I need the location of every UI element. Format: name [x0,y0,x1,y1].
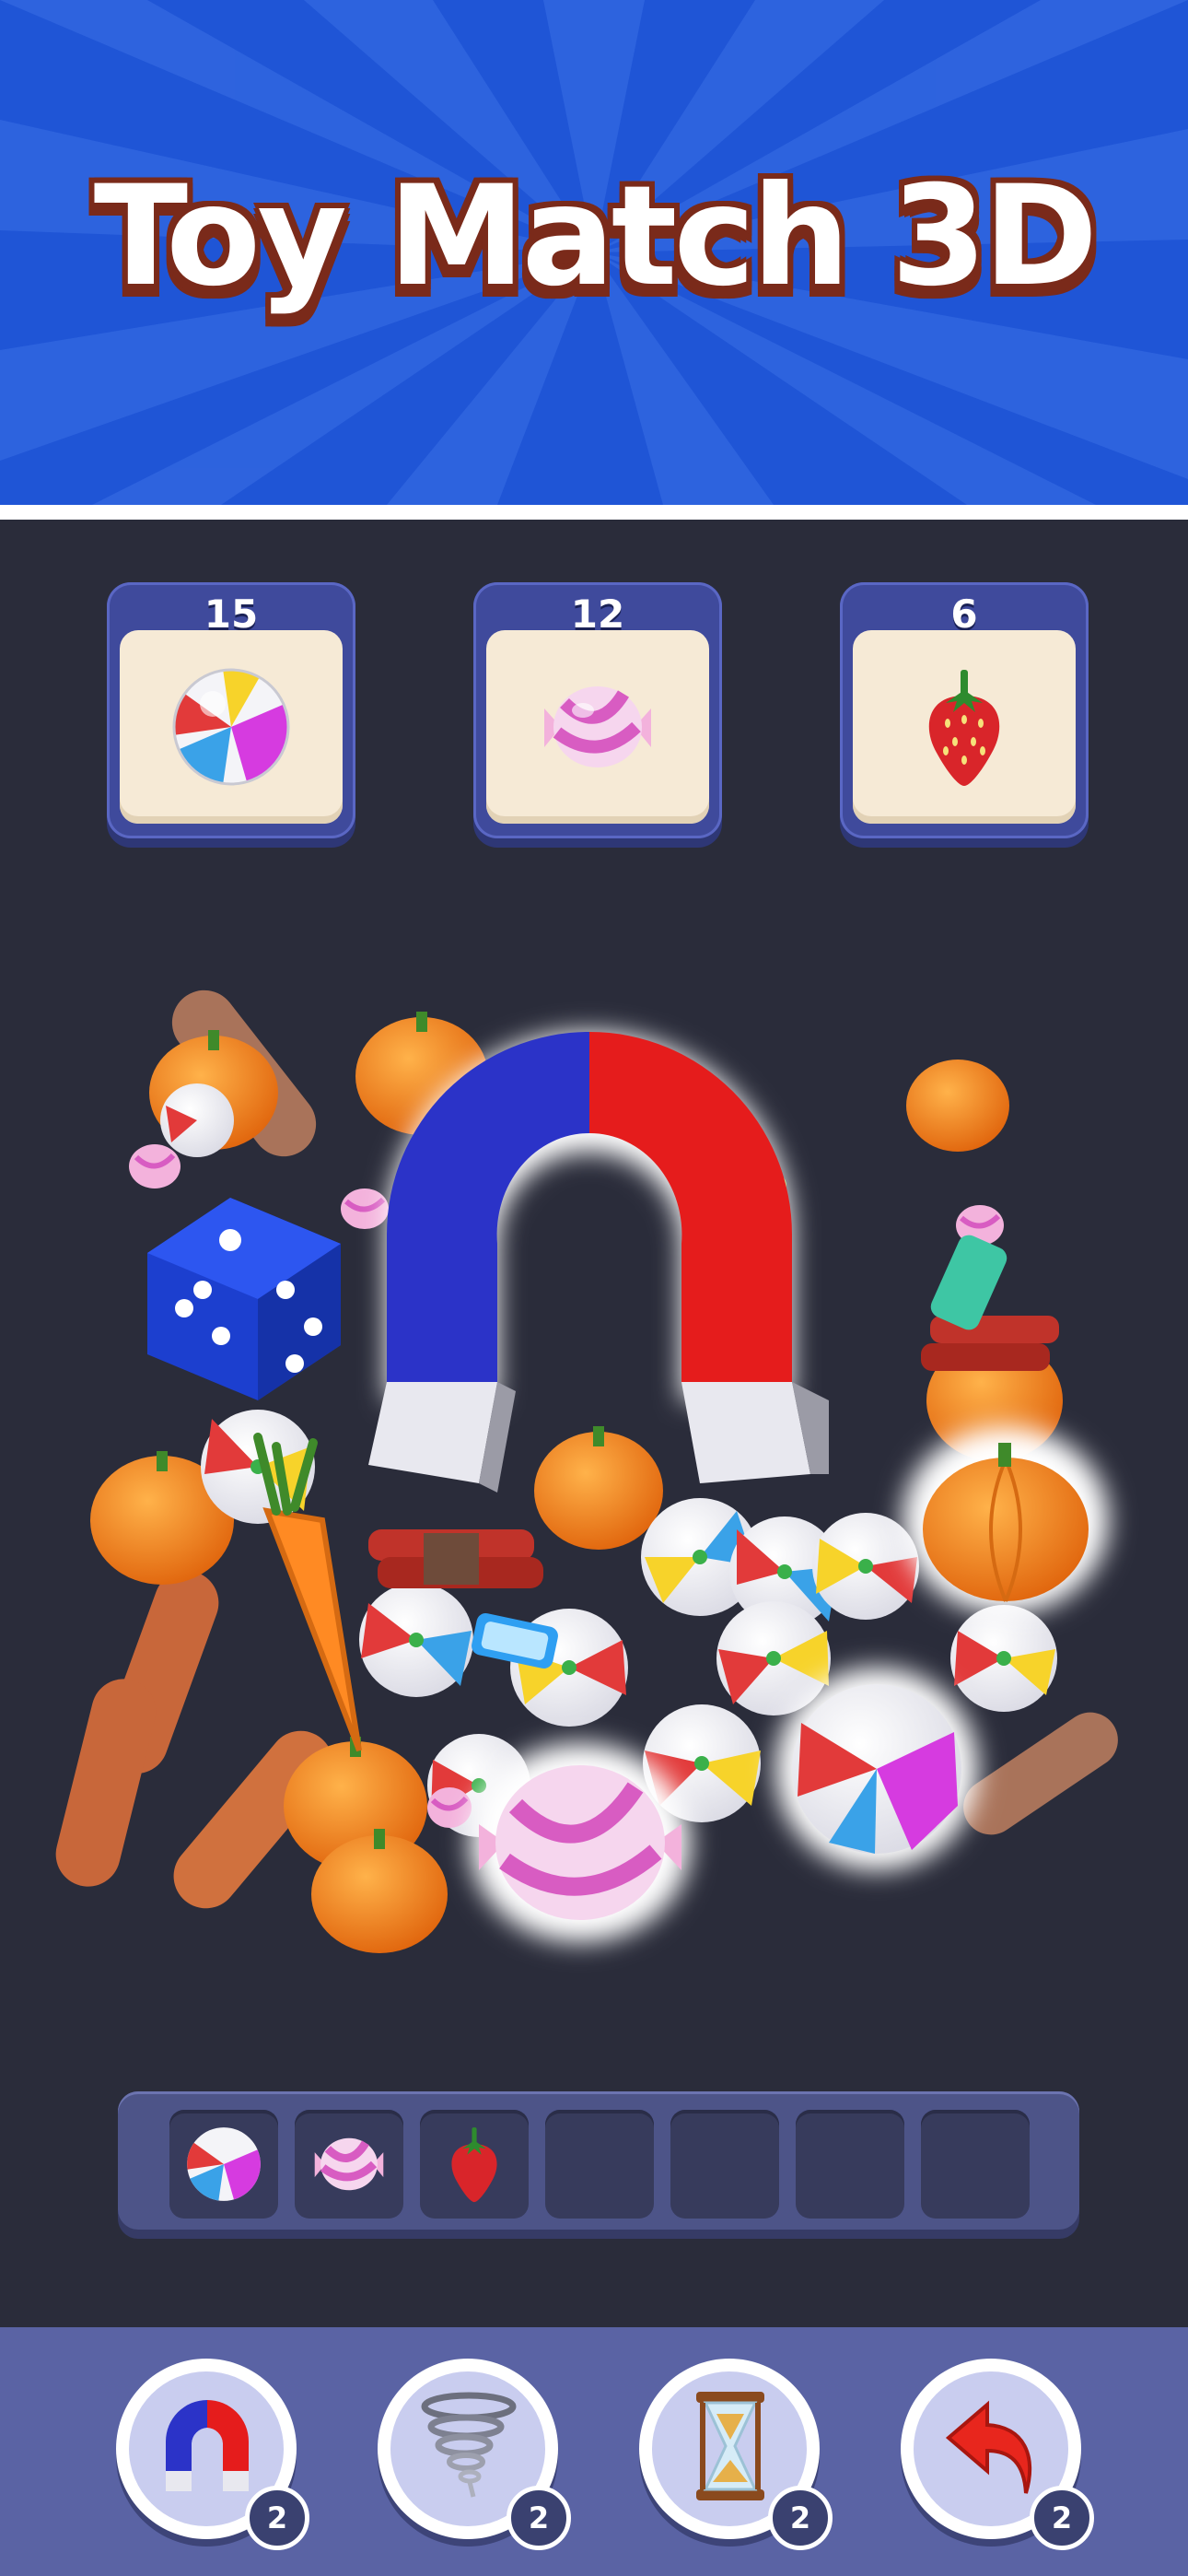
tray-slot-4[interactable] [545,2110,654,2219]
goal-item-slot [486,630,709,824]
beach-ball-icon [172,668,290,786]
toy-pile[interactable] [0,921,1188,1990]
goal-item-slot [120,630,343,824]
candy[interactable] [427,1787,472,1828]
candy-highlighted[interactable] [470,1743,691,1942]
booster-tornado-button[interactable]: 2 [378,2359,571,2550]
beach-ball[interactable] [359,1583,473,1697]
goal-card-strawberry: 6 [840,582,1089,838]
game-title: Toy Match 3D [93,157,1098,317]
pumpkin[interactable] [534,1426,663,1550]
booster-count-badge: 2 [768,2486,833,2550]
undo-arrow-icon [945,2400,1032,2494]
candy[interactable] [341,1188,389,1229]
booster-count-badge: 2 [1030,2486,1094,2550]
dynamite[interactable] [368,1529,543,1588]
hourglass-icon [696,2392,764,2500]
pumpkin-highlighted[interactable] [903,1426,1109,1614]
match-tray [118,2091,1079,2230]
tray-slot-5[interactable] [670,2110,779,2219]
strawberry-icon [928,670,1000,786]
booster-count-badge: 2 [507,2486,571,2550]
tornado-icon [421,2392,517,2498]
tray-slot-6[interactable] [796,2110,904,2219]
pumpkin[interactable] [906,1060,1009,1152]
candy[interactable] [129,1144,181,1188]
tray-slot-2[interactable] [295,2110,403,2219]
beach-ball-highlighted[interactable] [775,1668,978,1870]
beach-ball[interactable] [950,1605,1057,1712]
tray-slot-7[interactable] [921,2110,1030,2219]
banner-divider [0,505,1188,520]
title-banner: Toy Match 3D [0,0,1188,505]
goal-item-slot [853,630,1076,824]
beach-ball-icon [187,2127,261,2201]
tray-slot-3[interactable] [420,2110,529,2219]
booster-count-badge: 2 [245,2486,309,2550]
magnet-highlighted[interactable] [368,1032,829,1493]
strawberry-icon [451,2127,497,2203]
goal-card-beach-ball: 15 [107,582,355,838]
beach-ball[interactable] [160,1083,234,1157]
magnet-icon [166,2400,249,2491]
tray-slot-1[interactable] [169,2110,278,2219]
booster-hourglass-button[interactable]: 2 [639,2359,833,2550]
booster-magnet-button[interactable]: 2 [116,2359,309,2550]
dice[interactable] [147,1198,341,1400]
booster-undo-button[interactable]: 2 [901,2359,1094,2550]
skateboard[interactable] [952,1702,1128,1845]
candy-icon [314,2137,384,2191]
dynamite[interactable] [921,1316,1059,1371]
goal-card-candy: 12 [473,582,722,838]
skateboard[interactable] [49,1672,163,1893]
candy-icon [544,686,651,767]
